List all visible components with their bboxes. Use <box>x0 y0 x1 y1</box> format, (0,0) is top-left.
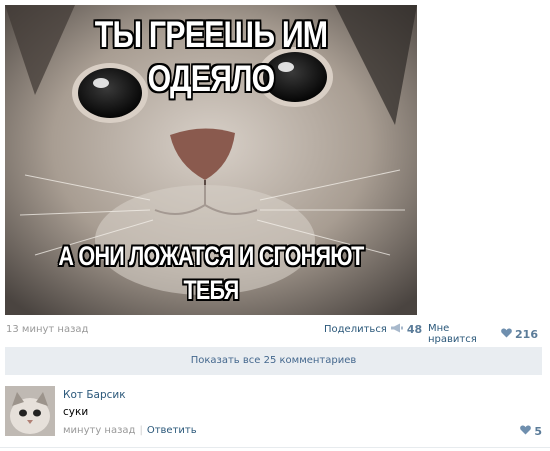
comment-text: суки <box>63 406 89 418</box>
post-image[interactable]: ТЫ ГРЕЕШЬ ИМ ОДЕЯЛО А ОНИ ЛОЖАТСЯ И СГОН… <box>5 5 417 315</box>
meme-top-caption: ТЫ ГРЕЕШЬ ИМ ОДЕЯЛО <box>94 14 328 99</box>
comment-like-button[interactable]: 5 <box>517 425 542 438</box>
megaphone-icon <box>390 323 404 336</box>
comment-author-link[interactable]: Кот Барсик <box>63 389 126 401</box>
avatar[interactable] <box>5 386 55 436</box>
like-button[interactable]: Мне нравится 216 <box>428 323 538 345</box>
post-timestamp[interactable]: 13 минут назад <box>6 324 88 335</box>
heart-icon <box>501 328 512 341</box>
post-meta-row: 13 минут назад Поделиться 48 Мне нравитс… <box>6 322 538 345</box>
bottom-divider <box>0 447 550 448</box>
like-count: 216 <box>515 327 538 341</box>
comment-item: Кот Барсик суки минуту назад | Ответить 5 <box>5 382 542 440</box>
meta-separator: | <box>139 425 143 436</box>
meme-bottom-line2: ТЕБЯ <box>183 275 240 305</box>
meme-bottom-caption: А ОНИ ЛОЖАТСЯ И СГОНЯЮТ ТЕБЯ <box>46 239 376 307</box>
comment-time[interactable]: минуту назад <box>63 425 135 436</box>
share-button[interactable]: Поделиться 48 <box>324 323 422 336</box>
show-all-comments-button[interactable]: Показать все 25 комментариев <box>5 347 542 375</box>
share-count: 48 <box>406 323 423 336</box>
comment-meta: минуту назад | Ответить <box>63 425 197 436</box>
like-label: Мне нравится <box>428 323 477 345</box>
meme-bottom-line1: А ОНИ ЛОЖАТСЯ И СГОНЯЮТ <box>58 241 364 271</box>
comment-like-count: 5 <box>534 425 542 438</box>
share-label: Поделиться <box>324 324 387 335</box>
reply-button[interactable]: Ответить <box>147 425 197 436</box>
heart-icon <box>520 425 532 438</box>
